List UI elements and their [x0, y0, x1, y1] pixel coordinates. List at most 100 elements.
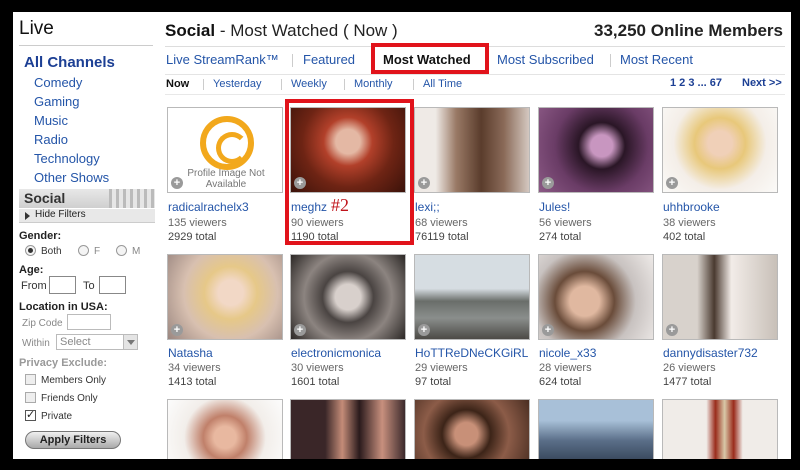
highlight-box-channel: [285, 99, 414, 245]
online-members-count: 33,250 Online Members: [594, 21, 783, 40]
filter-monthly[interactable]: Monthly: [354, 78, 393, 90]
sidebar-title: Live: [19, 18, 54, 39]
private-checkbox[interactable]: [25, 408, 36, 421]
channel-thumbnail[interactable]: +: [167, 254, 283, 340]
channel-total: 76119 total: [415, 231, 469, 243]
channel-name[interactable]: uhhbrooke: [663, 200, 720, 214]
age-from-input[interactable]: [49, 276, 76, 294]
category-all-channels[interactable]: All Channels: [24, 54, 115, 71]
add-icon[interactable]: +: [171, 324, 183, 336]
filter-separator: [344, 79, 345, 90]
divider: [165, 94, 785, 95]
divider: [165, 74, 785, 75]
channel-name[interactable]: Natasha: [168, 346, 213, 360]
channel-thumbnail[interactable]: +: [662, 254, 778, 340]
no-image-text: Profile Image Not Available: [187, 168, 265, 190]
category-comedy[interactable]: Comedy: [34, 75, 82, 90]
tab-separator: [292, 54, 293, 67]
channel-thumbnail[interactable]: +: [414, 107, 530, 193]
category-radio[interactable]: Radio: [34, 132, 68, 147]
add-icon[interactable]: +: [666, 324, 678, 336]
add-icon[interactable]: +: [666, 177, 678, 189]
gender-f-label: F: [94, 246, 101, 257]
channel-total: 2929 total: [168, 231, 217, 243]
hide-filters-toggle[interactable]: Hide Filters: [19, 209, 155, 223]
category-other-shows[interactable]: Other Shows: [34, 170, 109, 185]
category-gaming[interactable]: Gaming: [34, 94, 80, 109]
channel-thumbnail[interactable]: +: [538, 107, 654, 193]
channel-thumbnail[interactable]: +: [538, 254, 654, 340]
channel-viewers: 135 viewers: [168, 217, 227, 229]
channel-thumbnail[interactable]: +: [414, 254, 530, 340]
channel-thumbnail[interactable]: [538, 399, 654, 459]
filter-separator: [413, 79, 414, 90]
channel-total: 624 total: [539, 376, 582, 388]
channel-viewers: 56 viewers: [539, 217, 592, 229]
filter-separator: [203, 79, 204, 90]
channel-thumbnail[interactable]: [662, 399, 778, 459]
gender-f-radio[interactable]: [78, 245, 89, 256]
channel-name[interactable]: HoTTReDNeCKGiRL: [415, 346, 528, 360]
age-to-input[interactable]: [99, 276, 126, 294]
within-select[interactable]: Select: [56, 334, 138, 350]
channel-name[interactable]: dannydisaster732: [663, 346, 758, 360]
category-music[interactable]: Music: [34, 113, 68, 128]
channel-name[interactable]: nicole_x33: [539, 346, 596, 360]
page-title-subtitle: - Most Watched ( Now ): [215, 21, 398, 40]
channel-name[interactable]: Jules!: [539, 200, 570, 214]
add-icon[interactable]: +: [294, 324, 306, 336]
category-technology[interactable]: Technology: [34, 151, 100, 166]
friends-only-label: Friends Only: [41, 393, 98, 404]
zip-code-label: Zip Code: [22, 318, 63, 329]
highlight-box-tab: [371, 43, 489, 74]
age-label: Age:: [19, 264, 44, 276]
channel-thumbnail[interactable]: [414, 399, 530, 459]
channel-total: 1413 total: [168, 376, 217, 388]
apply-filters-button[interactable]: Apply Filters: [25, 431, 121, 449]
no-profile-image-icon: [200, 116, 254, 170]
channel-viewers: 68 viewers: [415, 217, 468, 229]
pagination-next[interactable]: Next >>: [742, 77, 782, 89]
pagination-pages[interactable]: 1 2 3 ... 67: [670, 77, 722, 89]
tab-featured[interactable]: Featured: [303, 52, 355, 67]
channel-thumbnail[interactable]: +: [290, 254, 406, 340]
add-icon[interactable]: +: [418, 324, 430, 336]
add-icon[interactable]: +: [542, 324, 554, 336]
filter-now[interactable]: Now: [166, 78, 189, 90]
filter-weekly[interactable]: Weekly: [291, 78, 327, 90]
tab-most-recent[interactable]: Most Recent: [620, 52, 693, 67]
add-icon[interactable]: +: [418, 177, 430, 189]
filter-yesterday[interactable]: Yesterday: [213, 78, 262, 90]
channel-thumbnail[interactable]: Profile Image Not Available +: [167, 107, 283, 193]
friends-only-checkbox[interactable]: [25, 392, 36, 403]
channel-thumbnail[interactable]: [290, 399, 406, 459]
tab-live-streamrank[interactable]: Live StreamRank™: [166, 52, 279, 67]
private-label: Private: [41, 411, 73, 422]
channel-viewers: 29 viewers: [415, 362, 468, 374]
channel-thumbnail[interactable]: +: [662, 107, 778, 193]
chevron-down-icon: [123, 335, 137, 349]
members-only-checkbox[interactable]: [25, 374, 36, 385]
page-title-section: Social: [165, 21, 216, 40]
filter-all-time[interactable]: All Time: [423, 78, 462, 90]
channel-total: 1477 total: [663, 376, 712, 388]
hide-filters-label: Hide Filters: [35, 209, 86, 220]
gender-m-label: M: [132, 246, 141, 257]
gender-m-radio[interactable]: [116, 245, 127, 256]
add-icon[interactable]: +: [171, 177, 183, 189]
tab-most-subscribed[interactable]: Most Subscribed: [497, 52, 594, 67]
age-from-label: From: [21, 280, 47, 292]
channel-name[interactable]: lexi;;: [415, 200, 440, 214]
location-label: Location in USA:: [19, 301, 108, 313]
channel-name[interactable]: electronicmonica: [291, 346, 381, 360]
channel-viewers: 26 viewers: [663, 362, 716, 374]
age-to-label: To: [83, 280, 95, 292]
section-label: Social: [24, 190, 66, 206]
channel-name[interactable]: radicalrachelx3: [168, 200, 249, 214]
add-icon[interactable]: +: [542, 177, 554, 189]
channel-total: 274 total: [539, 231, 582, 243]
gender-both-radio[interactable]: [25, 245, 36, 256]
zip-code-input[interactable]: [67, 314, 111, 330]
channel-thumbnail[interactable]: [167, 399, 283, 459]
privacy-label: Privacy Exclude:: [19, 357, 108, 369]
